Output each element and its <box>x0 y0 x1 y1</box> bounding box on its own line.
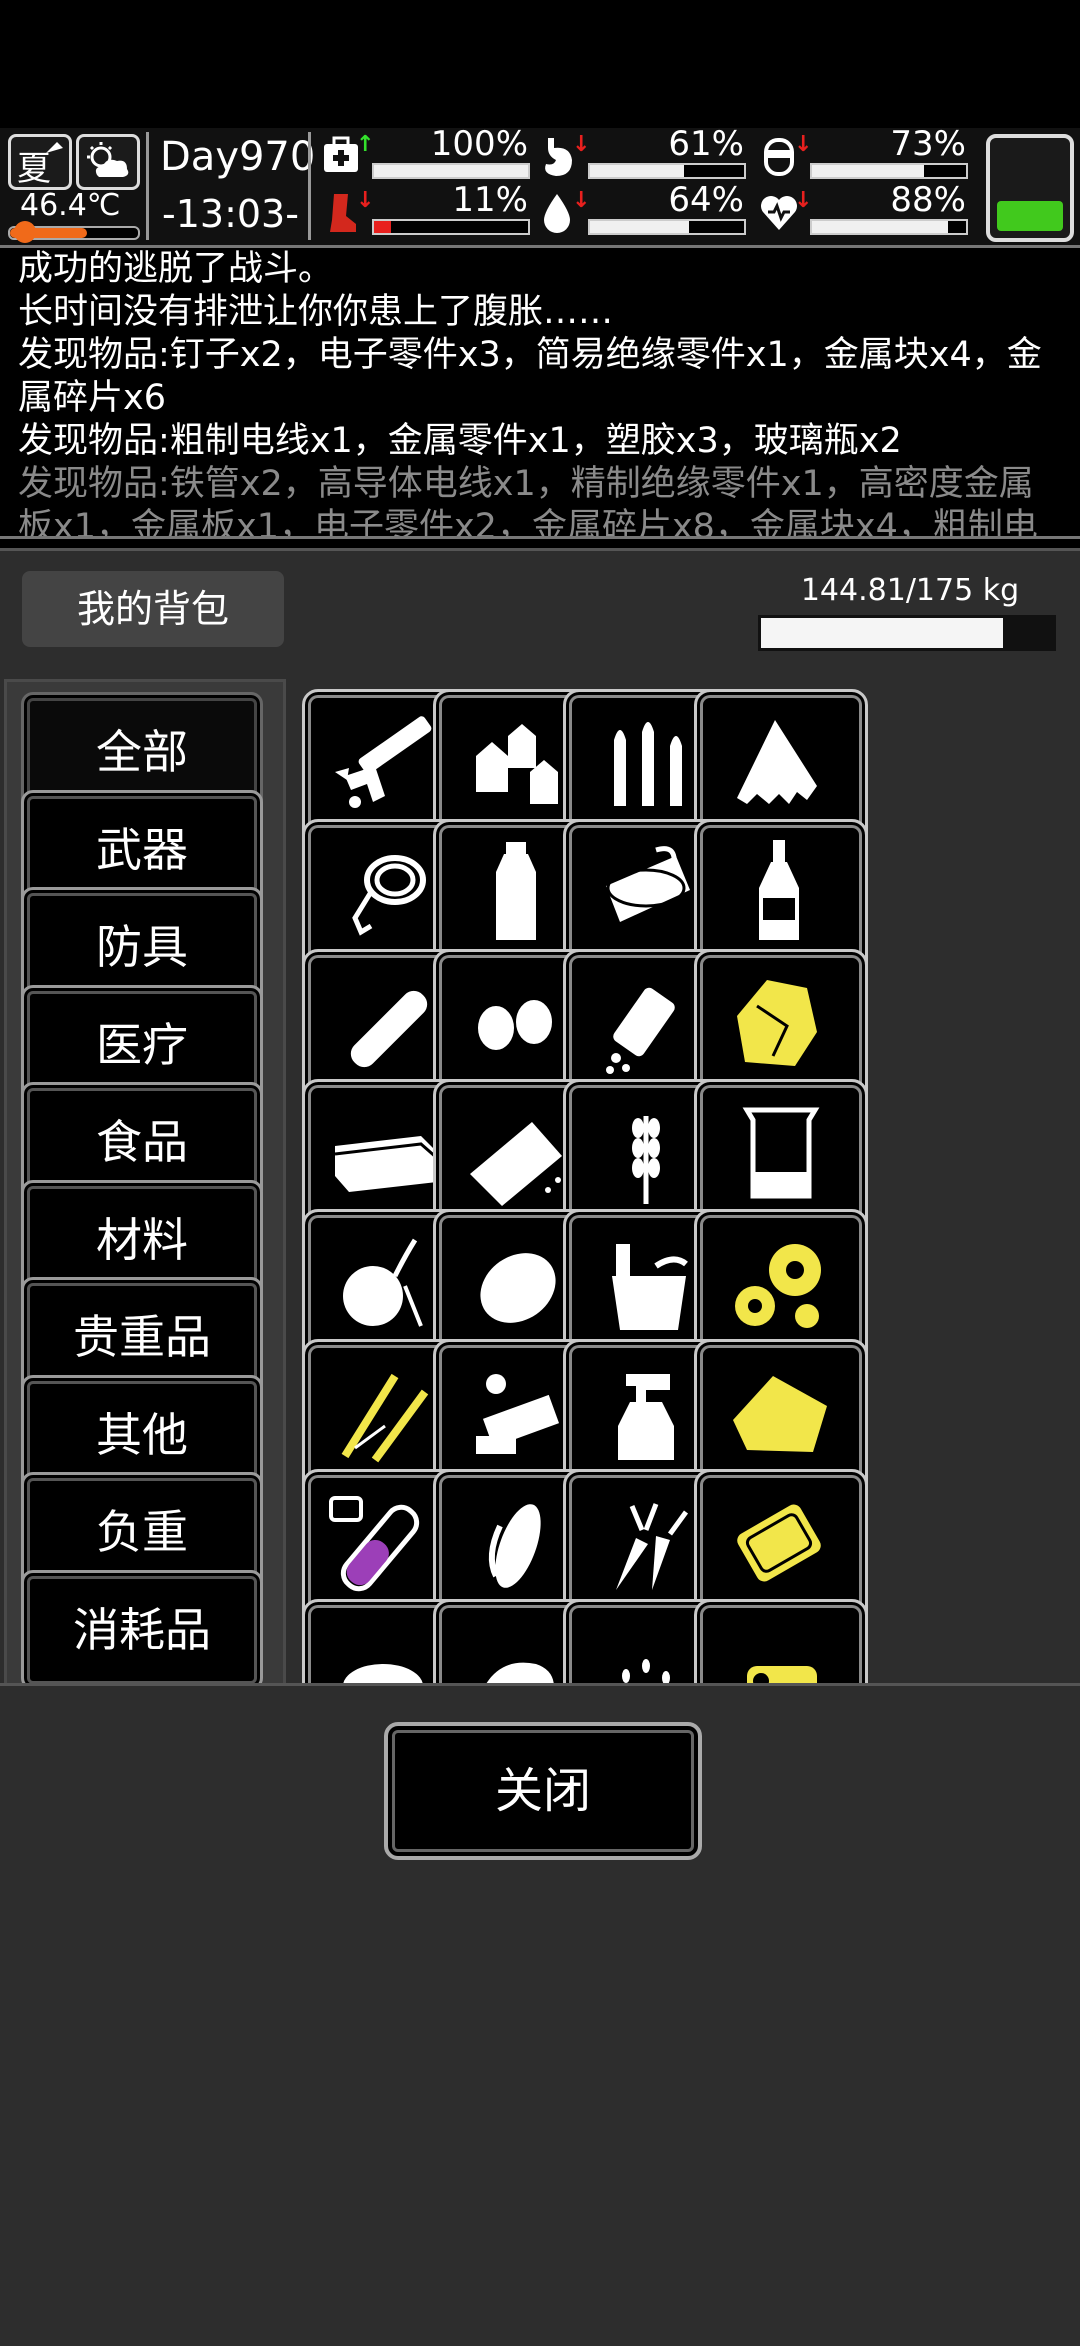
stat-health: ↑ 100% <box>320 124 538 182</box>
spray-bottle-icon <box>618 1374 674 1460</box>
bread-icon <box>469 1122 562 1206</box>
arrow-down-icon: ↓ <box>572 132 591 157</box>
energy-battery-fill <box>997 200 1063 231</box>
stat-bar-fill <box>590 221 689 233</box>
carrot-icon <box>616 1503 689 1590</box>
backpack-panel: 我的背包 144.81/175 kg 全部 武器 防具 医疗 食品 材料 贵重品 其他 负重 消耗… <box>0 548 1080 2346</box>
rice-grains-icon <box>622 1659 670 1683</box>
status-bar: 夏 46.4℃ Day970 -13:03- ↑ 100% ↓ 61% ↓ 73% ↓ 11%… <box>0 124 1080 248</box>
bandage-roll-icon <box>350 990 428 1068</box>
wheat-icon <box>632 1116 660 1204</box>
corn-icon <box>488 1504 541 1588</box>
meat-icon <box>343 1664 423 1683</box>
gears-icon <box>734 1244 821 1328</box>
stat-bar <box>810 163 968 179</box>
potato-icon <box>479 1253 556 1323</box>
gold-nugget-icon <box>736 980 817 1066</box>
glass-bottle-icon <box>758 840 799 940</box>
test-tube-icon <box>329 1496 420 1592</box>
message-log[interactable]: 成功的逃脱了战斗。 长时间没有排泄让你你患上了腹胀…… 发现物品:钉子x2，电子零件… <box>0 248 1080 536</box>
weight-text: 144.81/175 kg <box>800 573 1020 608</box>
stat-bar <box>372 219 530 235</box>
season-badge: 夏 <box>8 134 72 190</box>
log-line: 长时间没有排泄让你你患上了腹胀…… <box>18 292 614 332</box>
day-counter: Day970 <box>160 134 316 180</box>
brass-part-icon <box>746 1666 817 1683</box>
clock-time: -13:03- <box>162 192 299 236</box>
temperature-bar <box>8 221 140 243</box>
category-list: 全部 武器 防具 医疗 食品 材料 贵重品 其他 负重 消耗品 <box>4 679 286 1690</box>
backpack-title: 我的背包 <box>22 571 284 647</box>
stat-bar-fill <box>812 221 948 233</box>
ammo-casings-icon <box>475 724 558 804</box>
divider <box>308 132 311 240</box>
metal-plate-icon <box>736 1504 821 1582</box>
stat-value: 100% <box>430 124 528 164</box>
stat-bar-fill <box>374 221 391 233</box>
log-line: 发现物品:钉子x2，电子零件x3，简易绝缘零件x1，金属块x4，金属碎片x6 <box>18 335 1042 418</box>
close-button[interactable]: 关闭 <box>384 1722 702 1860</box>
stat-value: 11% <box>452 180 528 220</box>
bucket-icon <box>612 1244 688 1330</box>
stat-hygiene: ↓ 73% <box>758 124 976 182</box>
bone-icon <box>486 1662 554 1683</box>
electronic-parts-icon <box>475 1374 559 1454</box>
stat-thirst: ↓ 64% <box>536 180 754 238</box>
stat-bar-fill <box>374 165 528 177</box>
arrow-down-icon: ↓ <box>356 188 375 213</box>
arrow-down-icon: ↓ <box>572 188 591 213</box>
stat-hunger: ↓ 61% <box>536 124 754 182</box>
canned-food-icon <box>606 846 690 922</box>
log-line: 成功的逃脱了战斗。 <box>18 249 334 289</box>
beaker-icon <box>742 1107 819 1199</box>
stat-bar <box>588 163 746 179</box>
arrow-up-icon: ↑ <box>356 132 375 157</box>
pill-bottle-icon <box>606 987 675 1074</box>
rope-icon <box>352 855 426 936</box>
stat-bar <box>810 219 968 235</box>
log-line: 发现物品:粗制电线x1，金属零件x1，塑胶x3，玻璃瓶x2 <box>18 421 902 461</box>
torn-cloth-icon <box>736 720 817 804</box>
onion-icon <box>343 1238 423 1327</box>
stat-bar-fill <box>590 165 684 177</box>
stat-bar <box>588 219 746 235</box>
inventory-slot[interactable] <box>693 1599 868 1683</box>
stat-mood: ↓ 88% <box>758 180 976 238</box>
stat-value: 64% <box>668 180 744 220</box>
stat-value: 88% <box>890 180 966 220</box>
arrow-down-icon: ↓ <box>794 188 813 213</box>
footer: 关闭 <box>0 1683 1080 2346</box>
stat-value: 61% <box>668 124 744 164</box>
log-line: 发现物品:铁管x2，高导体电线x1，精制绝缘零件x1，高密度金属板x1，金属板x… <box>18 464 1038 536</box>
energy-battery[interactable] <box>986 134 1074 242</box>
water-bottle-icon <box>495 842 536 940</box>
bullets-icon <box>614 722 682 806</box>
season-wind-icon <box>46 142 63 153</box>
divider <box>0 536 1080 539</box>
arrow-down-icon: ↓ <box>794 132 813 157</box>
caulk-gun-icon <box>335 716 432 808</box>
temperature-text: 46.4℃ <box>20 188 121 223</box>
wires-icon <box>341 1373 429 1463</box>
thermometer-bulb-icon <box>14 221 36 243</box>
plastic-sheet-icon <box>732 1376 827 1452</box>
weight-bar <box>758 615 1056 651</box>
seeds-icon <box>477 1000 552 1050</box>
stat-bar <box>372 163 530 179</box>
category-tab[interactable]: 消耗品 <box>21 1569 263 1690</box>
item-grid[interactable]: 1292381521933327023667327909213712124362 <box>288 679 1078 1683</box>
stat-value: 73% <box>890 124 966 164</box>
ration-box-icon <box>334 1136 438 1192</box>
stat-bar-fill <box>812 165 925 177</box>
stat-stamina: ↓ 11% <box>320 180 538 238</box>
divider <box>146 132 149 240</box>
weight-bar-fill <box>761 618 1003 648</box>
weather-icon <box>76 134 140 190</box>
